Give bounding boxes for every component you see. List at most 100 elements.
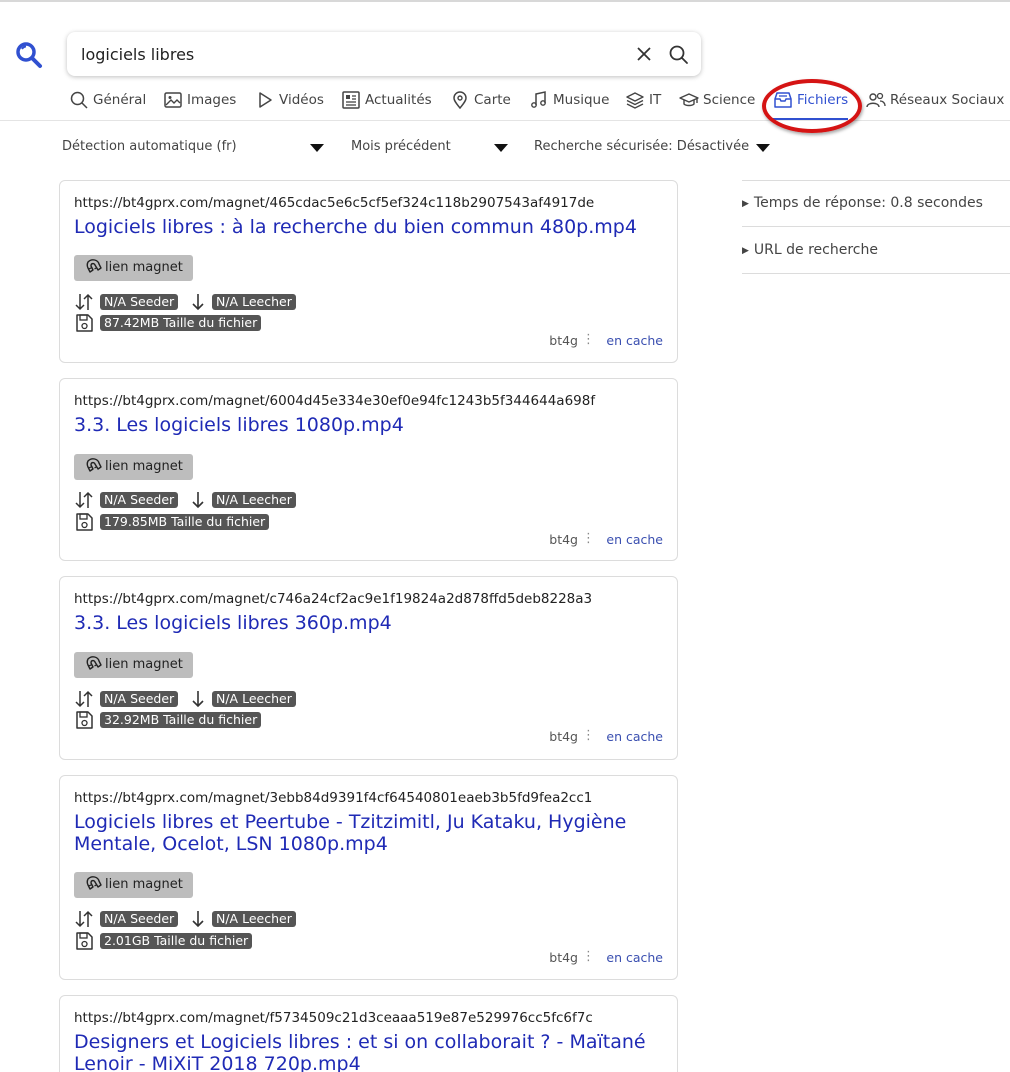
tab-label: Carte (474, 92, 511, 108)
result-card: https://bt4gprx.com/magnet/3ebb84d9391f4… (59, 775, 678, 980)
search-input[interactable] (81, 32, 621, 76)
result-title-link[interactable]: 3.3. Les logiciels libres 360p.mp4 (74, 612, 664, 634)
arrow-down-icon (192, 691, 204, 708)
people-icon (866, 92, 886, 108)
result-url[interactable]: https://bt4gprx.com/magnet/f5734509c21d3… (74, 1010, 593, 1026)
result-engine: bt4g (549, 532, 578, 547)
tab-map[interactable]: Carte (450, 90, 511, 120)
up-down-arrows-icon (75, 293, 93, 311)
more-options-icon[interactable]: ⋮ (582, 531, 595, 546)
tab-images[interactable]: Images (163, 90, 236, 120)
arrow-down-icon (192, 911, 204, 928)
leecher-badge: N/A Leecher (212, 691, 296, 707)
result-engine: bt4g (549, 333, 578, 348)
search-filters: Détection automatique (fr) Mois précéden… (0, 136, 1010, 160)
result-title-link[interactable]: 3.3. Les logiciels libres 1080p.mp4 (74, 414, 664, 436)
tab-label: Réseaux Sociaux (890, 92, 1005, 108)
triangle-right-icon: ▶ (742, 199, 749, 209)
clear-search-icon[interactable] (634, 44, 654, 64)
triangle-right-icon: ▶ (742, 246, 749, 256)
tab-label: Général (93, 92, 147, 108)
layers-icon (626, 92, 644, 109)
chevron-down-icon[interactable] (494, 144, 508, 152)
result-engine: bt4g (549, 950, 578, 965)
magnet-link-button[interactable]: lien magnet (74, 454, 193, 480)
leecher-badge: N/A Leecher (212, 294, 296, 310)
language-select-value: Détection automatique (fr) (62, 139, 237, 154)
result-url[interactable]: https://bt4gprx.com/magnet/465cdac5e6c5c… (74, 195, 594, 211)
floppy-disk-icon (76, 932, 93, 950)
magnet-link-label: lien magnet (105, 260, 183, 275)
response-time-toggle[interactable]: ▶ Temps de réponse: 0.8 secondes (742, 180, 1010, 227)
tab-music[interactable]: Musique (529, 90, 609, 120)
tab-videos[interactable]: Vidéos (255, 90, 324, 120)
result-card: https://bt4gprx.com/magnet/f5734509c21d3… (59, 995, 678, 1072)
result-engine: bt4g (549, 729, 578, 744)
seeder-badge: N/A Seeder (100, 691, 179, 707)
leecher-badge: N/A Leecher (212, 911, 296, 927)
more-options-icon[interactable]: ⋮ (582, 728, 595, 743)
result-card: https://bt4gprx.com/magnet/6004d45e334e3… (59, 378, 678, 561)
newspaper-icon (342, 91, 360, 109)
search-box (67, 32, 701, 76)
tab-label: Vidéos (279, 92, 324, 108)
time-range-select-value: Mois précédent (351, 139, 451, 154)
file-size: 32.92MB Taille du fichier (74, 710, 474, 730)
result-title-link[interactable]: Logiciels libres : à la recherche du bie… (74, 216, 664, 238)
safe-search-select[interactable]: Recherche sécurisée: Désactivée (534, 136, 749, 158)
peer-stats: N/A Seeder N/A Leecher (74, 292, 474, 312)
magnet-link-label: lien magnet (105, 877, 183, 892)
magnet-link-button[interactable]: lien magnet (74, 872, 193, 898)
file-size: 87.42MB Taille du fichier (74, 313, 474, 333)
file-size-badge: 2.01GB Taille du fichier (100, 933, 253, 949)
map-pin-icon (453, 91, 467, 110)
play-icon (259, 92, 272, 108)
chevron-down-icon[interactable] (310, 144, 324, 152)
top-border (0, 0, 1010, 2)
peer-stats: N/A Seeder N/A Leecher (74, 909, 474, 929)
annotation-circle (762, 79, 862, 133)
tab-it[interactable]: IT (625, 90, 661, 120)
magnet-icon (86, 259, 102, 273)
floppy-disk-icon (76, 314, 93, 332)
time-range-select[interactable]: Mois précédent (351, 136, 451, 158)
arrow-down-icon (192, 294, 204, 311)
chevron-down-icon[interactable] (756, 144, 770, 152)
language-select[interactable]: Détection automatique (fr) (62, 136, 237, 158)
result-title-link[interactable]: Designers et Logiciels libres : et si on… (74, 1031, 664, 1072)
response-time-label: Temps de réponse: 0.8 secondes (753, 195, 983, 211)
up-down-arrows-icon (75, 910, 93, 928)
result-url[interactable]: https://bt4gprx.com/magnet/c746a24cf2ac9… (74, 591, 592, 607)
magnet-link-button[interactable]: lien magnet (74, 255, 193, 281)
magnet-icon (86, 458, 102, 472)
result-url[interactable]: https://bt4gprx.com/magnet/3ebb84d9391f4… (74, 790, 592, 806)
more-options-icon[interactable]: ⋮ (582, 949, 595, 964)
more-options-icon[interactable]: ⋮ (582, 332, 595, 347)
tab-label: IT (649, 92, 662, 108)
cached-link[interactable]: en cache (606, 729, 663, 744)
result-url[interactable]: https://bt4gprx.com/magnet/6004d45e334e3… (74, 393, 595, 409)
tab-social-media[interactable]: Réseaux Sociaux (866, 90, 1004, 120)
search-url-label: URL de recherche (753, 242, 878, 258)
magnet-link-label: lien magnet (105, 459, 183, 474)
search-submit-icon[interactable] (668, 44, 689, 65)
search-icon (70, 91, 88, 109)
file-size-badge: 32.92MB Taille du fichier (100, 712, 262, 728)
tab-news[interactable]: Actualités (341, 90, 432, 120)
result-card: https://bt4gprx.com/magnet/c746a24cf2ac9… (59, 576, 678, 760)
magnet-link-button[interactable]: lien magnet (74, 652, 193, 678)
cached-link[interactable]: en cache (606, 333, 663, 348)
cached-link[interactable]: en cache (606, 950, 663, 965)
tab-label: Actualités (365, 92, 432, 108)
cached-link[interactable]: en cache (606, 532, 663, 547)
arrow-down-icon (192, 492, 204, 509)
tab-general[interactable]: Général (69, 90, 146, 120)
tab-label: Musique (553, 92, 610, 108)
file-size: 179.85MB Taille du fichier (74, 512, 474, 532)
tab-science[interactable]: Science (679, 90, 755, 120)
result-title-link[interactable]: Logiciels libres et Peertube - Tzitzimit… (74, 811, 664, 855)
safe-search-select-value: Recherche sécurisée: Désactivée (534, 139, 750, 154)
leecher-badge: N/A Leecher (212, 492, 296, 508)
search-url-toggle[interactable]: ▶ URL de recherche (742, 227, 1010, 274)
searxng-logo-icon[interactable] (14, 40, 44, 70)
